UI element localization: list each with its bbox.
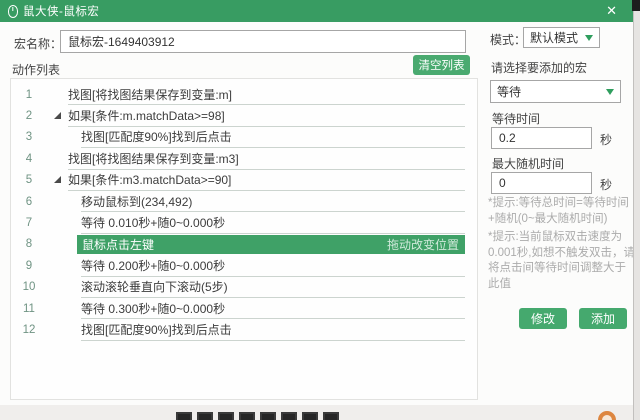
action-text: 找图[匹配度90%]找到后点击 [81, 128, 232, 145]
row-line: 鼠标点击左键 拖动改变位置 [77, 235, 465, 254]
row-line: 如果[条件:m3.matchData>=90] [68, 170, 465, 191]
action-text: 找图[将找图结果保存到变量:m] [68, 86, 232, 103]
close-icon[interactable]: ✕ [606, 0, 617, 22]
action-list-row[interactable]: 9 等待 0.200秒+随0~0.000秒 [11, 255, 477, 276]
action-text: 等待 0.300秒+随0~0.000秒 [81, 300, 225, 317]
row-line: 找图[将找图结果保存到变量:m3] [68, 148, 465, 169]
row-number: 7 [19, 212, 39, 233]
action-list-row[interactable]: 11 等待 0.300秒+随0~0.000秒 [11, 298, 477, 319]
chevron-down-icon [606, 89, 614, 95]
modify-button[interactable]: 修改 [519, 308, 567, 329]
mode-dropdown-value: 默认模式 [530, 29, 578, 46]
chevron-down-icon [585, 35, 593, 41]
hint-double-click: *提示:当前鼠标双击速度为0.001秒,如想不触发双击，请将点击间等待时间调整大… [488, 230, 635, 292]
row-line: 等待 0.010秒+随0~0.000秒 [81, 212, 465, 233]
action-list-row[interactable]: 1 找图[将找图结果保存到变量:m] [11, 84, 477, 105]
row-line: 找图[将找图结果保存到变量:m] [68, 84, 465, 105]
action-list-rows: 1 找图[将找图结果保存到变量:m] 2 如果[条件:m.matchData>=… [11, 84, 477, 341]
wait-time-label: 等待时间 [492, 110, 540, 127]
row-line: 移动鼠标到(234,492) [81, 191, 465, 212]
action-list-panel: 1 找图[将找图结果保存到变量:m] 2 如果[条件:m.matchData>=… [10, 78, 478, 400]
action-list-row[interactable]: 3 找图[匹配度90%]找到后点击 [11, 127, 477, 148]
row-number: 11 [19, 298, 39, 319]
max-random-time-label: 最大随机时间 [492, 155, 564, 172]
clear-list-button[interactable]: 清空列表 [413, 55, 470, 75]
macro-name-label: 宏名称： [14, 35, 62, 52]
row-number: 10 [19, 277, 39, 298]
wait-time-unit: 秒 [600, 131, 612, 148]
action-list-row[interactable]: 12 找图[匹配度90%]找到后点击 [11, 319, 477, 340]
row-line: 等待 0.300秒+随0~0.000秒 [81, 298, 465, 319]
action-list-row[interactable]: 7 等待 0.010秒+随0~0.000秒 [11, 212, 477, 233]
expand-triangle-icon[interactable] [54, 112, 61, 119]
screenshot-frame: 鼠大侠-鼠标宏 ✕ 宏名称： 动作列表 清空列表 1 找图[将找图结果保存到变量… [0, 0, 640, 420]
action-list-row[interactable]: 6 移动鼠标到(234,492) [11, 191, 477, 212]
action-text: 等待 0.010秒+随0~0.000秒 [81, 214, 225, 231]
drag-hint-label: 拖动改变位置 [387, 236, 459, 253]
action-list-row[interactable]: 8 鼠标点击左键 拖动改变位置 [11, 234, 477, 255]
action-list-row[interactable]: 4 找图[将找图结果保存到变量:m3] [11, 148, 477, 169]
row-number: 3 [19, 127, 39, 148]
action-text: 找图[匹配度90%]找到后点击 [81, 321, 232, 338]
action-text: 移动鼠标到(234,492) [81, 193, 192, 210]
hint-total-time: *提示:等待总时间=等待时间+随机(0~最大随机时间) [488, 196, 635, 227]
action-list-row[interactable]: 5 如果[条件:m3.matchData>=90] [11, 170, 477, 191]
action-text: 找图[将找图结果保存到变量:m3] [68, 150, 239, 167]
mode-dropdown[interactable]: 默认模式 [523, 27, 600, 48]
video-frame-edge [633, 0, 640, 420]
row-line: 等待 0.200秒+随0~0.000秒 [81, 255, 465, 276]
cropped-watermark [176, 412, 356, 420]
macro-name-input[interactable] [60, 30, 466, 53]
row-number: 2 [19, 105, 39, 126]
row-number: 6 [19, 191, 39, 212]
row-number: 5 [19, 170, 39, 191]
action-list-row[interactable]: 10 滚动滚轮垂直向下滚动(5步) [11, 277, 477, 298]
max-random-time-input[interactable] [491, 172, 592, 194]
mode-label: 模式： [490, 31, 526, 48]
row-number: 9 [19, 255, 39, 276]
row-line: 滚动滚轮垂直向下滚动(5步) [81, 277, 465, 298]
action-text: 如果[条件:m3.matchData>=90] [68, 171, 231, 188]
row-number: 8 [19, 234, 39, 255]
action-text: 如果[条件:m.matchData>=98] [68, 107, 225, 124]
macro-type-dropdown-value: 等待 [497, 83, 521, 100]
expand-triangle-icon[interactable] [54, 176, 61, 183]
wait-time-input[interactable] [491, 127, 592, 149]
row-line: 如果[条件:m.matchData>=98] [68, 105, 465, 126]
add-button[interactable]: 添加 [579, 308, 627, 329]
titlebar: 鼠大侠-鼠标宏 ✕ [0, 0, 633, 22]
select-macro-label: 请选择要添加的宏 [491, 59, 587, 76]
action-list-row[interactable]: 2 如果[条件:m.matchData>=98] [11, 105, 477, 126]
action-text: 鼠标点击左键 [82, 236, 154, 253]
row-number: 1 [19, 84, 39, 105]
action-text: 滚动滚轮垂直向下滚动(5步) [81, 278, 228, 295]
action-text: 等待 0.200秒+随0~0.000秒 [81, 257, 225, 274]
row-number: 12 [19, 319, 39, 340]
max-random-time-unit: 秒 [600, 176, 612, 193]
row-line: 找图[匹配度90%]找到后点击 [81, 127, 465, 148]
row-line: 找图[匹配度90%]找到后点击 [81, 319, 465, 340]
action-list-label: 动作列表 [12, 61, 60, 78]
video-frame-corner [632, 0, 640, 11]
macro-type-dropdown[interactable]: 等待 [490, 80, 621, 103]
row-number: 4 [19, 148, 39, 169]
window-title: 鼠大侠-鼠标宏 [23, 3, 99, 19]
mouse-logo-icon [8, 5, 18, 18]
macro-editor-dialog: 鼠大侠-鼠标宏 ✕ 宏名称： 动作列表 清空列表 1 找图[将找图结果保存到变量… [0, 0, 633, 405]
